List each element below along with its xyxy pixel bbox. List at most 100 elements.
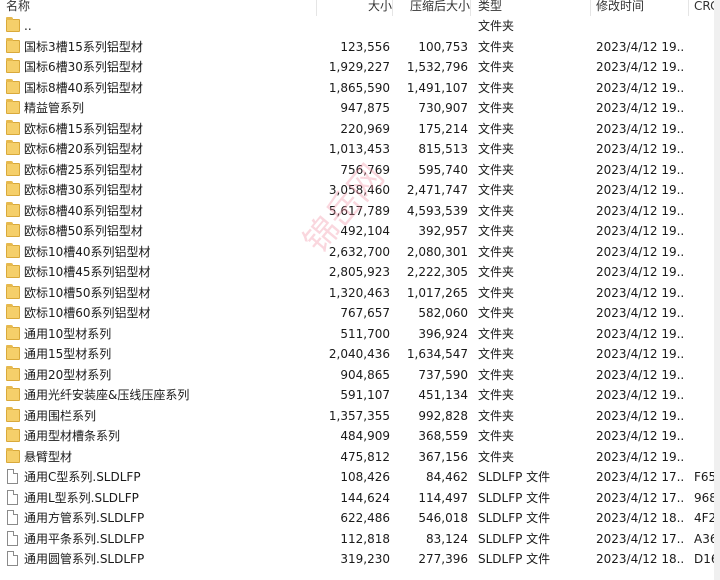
file-list-row[interactable]: 欧标10槽50系列铝型材 1,320,463 1,017,265 文件夹 2023/4/… xyxy=(0,283,720,303)
row-type: 文件夹 xyxy=(478,306,515,320)
row-type: SLDLFP 文件 xyxy=(478,470,551,484)
row-type: 文件夹 xyxy=(478,388,515,402)
row-packed-size: 4,593,539 xyxy=(406,203,468,218)
folder-icon xyxy=(6,58,20,73)
file-list-row[interactable]: 通用圆管系列.SLDLFP 319,230 277,396 SLDLFP 文件 2023… xyxy=(0,549,720,569)
file-list-row[interactable]: 通用型材槽条系列 484,909 368,559 文件夹 2023/4/12 19... xyxy=(0,426,720,446)
row-modified: 2023/4/12 18... xyxy=(596,552,684,566)
row-name: 国标3槽15系列铝型材 xyxy=(24,39,143,54)
row-name: 悬臂型材 xyxy=(24,449,73,464)
row-size: 1,013,453 xyxy=(328,142,390,156)
row-modified: 2023/4/12 19... xyxy=(596,285,684,300)
folder-icon xyxy=(6,345,20,360)
file-list-row[interactable]: 欧标8槽30系列铝型材 3,058,460 2,471,747 文件夹 2023/4/1… xyxy=(0,180,720,200)
row-packed-size: 992,828 xyxy=(418,408,468,423)
row-packed-size: 2,222,305 xyxy=(406,265,468,279)
row-packed-size: 2,471,747 xyxy=(406,183,468,197)
file-list-row[interactable]: 通用围栏系列 1,357,355 992,828 文件夹 2023/4/12 19... xyxy=(0,406,720,426)
row-type: 文件夹 xyxy=(478,101,515,115)
row-size: 123,556 xyxy=(340,39,390,54)
row-name: 通用光纤安装座&压线压座系列 xyxy=(24,388,190,402)
row-name: 欧标6槽20系列铝型材 xyxy=(24,142,143,156)
row-modified: 2023/4/12 17... xyxy=(596,490,684,505)
folder-icon xyxy=(6,181,20,196)
folder-icon xyxy=(6,263,20,278)
file-list-row[interactable]: 欧标6槽25系列铝型材 756,769 595,740 文件夹 2023/4/12 19… xyxy=(0,160,720,180)
vertical-scrollbar[interactable] xyxy=(714,0,720,580)
folder-icon xyxy=(6,283,20,299)
row-size: 112,818 xyxy=(340,531,390,546)
file-icon xyxy=(7,510,18,525)
row-type: 文件夹 xyxy=(478,449,515,464)
column-header-modified[interactable]: 修改时间 xyxy=(596,0,689,16)
row-name: 欧标10槽50系列铝型材 xyxy=(24,285,151,300)
row-name: 欧标8槽50系列铝型材 xyxy=(24,224,143,238)
row-type: 文件夹 xyxy=(478,162,515,177)
file-list-row[interactable]: 国标8槽40系列铝型材 1,865,590 1,491,107 文件夹 2023/4/1… xyxy=(0,78,720,98)
row-packed-size: 100,753 xyxy=(418,39,468,54)
file-list-row[interactable]: 精益管系列 947,875 730,907 文件夹 2023/4/12 19... xyxy=(0,98,720,118)
file-list-row[interactable]: 悬臂型材 475,812 367,156 文件夹 2023/4/12 19... xyxy=(0,447,720,467)
row-size: 1,357,355 xyxy=(328,408,390,423)
row-packed-size: 277,396 xyxy=(418,552,468,566)
row-packed-size: 582,060 xyxy=(418,306,468,320)
row-name: 通用方管系列.SLDLFP xyxy=(24,511,145,525)
row-packed-size: 451,134 xyxy=(418,388,468,402)
file-list-row[interactable]: .. 文件夹 xyxy=(0,16,720,36)
row-packed-size: 730,907 xyxy=(418,101,468,115)
row-size: 904,865 xyxy=(340,367,390,382)
folder-icon xyxy=(6,406,20,422)
file-list-row[interactable]: 通用光纤安装座&压线压座系列 591,107 451,134 文件夹 2023/4/12… xyxy=(0,385,720,405)
file-list-row[interactable]: 国标3槽15系列铝型材 123,556 100,753 文件夹 2023/4/12 19… xyxy=(0,37,720,57)
file-list-row[interactable]: 通用平条系列.SLDLFP 112,818 83,124 SLDLFP 文件 2023/… xyxy=(0,529,720,549)
row-packed-size: 367,156 xyxy=(418,449,468,464)
row-size: 2,805,923 xyxy=(328,265,390,279)
row-modified: 2023/4/12 19... xyxy=(596,60,684,74)
row-packed-size: 1,532,796 xyxy=(406,60,468,74)
file-list-row[interactable]: 欧标6槽20系列铝型材 1,013,453 815,513 文件夹 2023/4/12 … xyxy=(0,139,720,159)
row-size: 319,230 xyxy=(340,552,390,566)
column-header-name[interactable]: 名称 xyxy=(6,0,317,16)
file-list-row[interactable]: 通用L型系列.SLDLFP 144,624 114,497 SLDLFP 文件 2023… xyxy=(0,488,720,508)
file-list-row[interactable]: 通用20型材系列 904,865 737,590 文件夹 2023/4/12 19... xyxy=(0,365,720,385)
file-list-row[interactable]: 欧标10槽45系列铝型材 2,805,923 2,222,305 文件夹 2023/4/… xyxy=(0,262,720,282)
row-packed-size: 84,462 xyxy=(426,470,468,484)
file-list-row[interactable]: 欧标10槽40系列铝型材 2,632,700 2,080,301 文件夹 2023/4/… xyxy=(0,242,720,262)
row-name: 通用型材槽条系列 xyxy=(24,429,121,443)
folder-icon xyxy=(6,160,20,176)
file-list-row[interactable]: 通用15型材系列 2,040,436 1,634,547 文件夹 2023/4/12 1… xyxy=(0,344,720,364)
column-header-packed-size[interactable]: 压缩后大小 xyxy=(394,0,471,16)
file-list-row[interactable]: 通用C型系列.SLDLFP 108,426 84,462 SLDLFP 文件 2023/… xyxy=(0,467,720,487)
file-list-row[interactable]: 欧标6槽15系列铝型材 220,969 175,214 文件夹 2023/4/12 19… xyxy=(0,119,720,139)
file-list-row[interactable]: 欧标10槽60系列铝型材 767,657 582,060 文件夹 2023/4/12 1… xyxy=(0,303,720,323)
row-name: 国标6槽30系列铝型材 xyxy=(24,60,143,74)
row-type: 文件夹 xyxy=(478,203,515,218)
row-packed-size: 815,513 xyxy=(418,142,468,156)
row-name: 精益管系列 xyxy=(24,101,85,115)
file-list-row[interactable]: 欧标8槽50系列铝型材 492,104 392,957 文件夹 2023/4/12 19… xyxy=(0,221,720,241)
row-modified xyxy=(596,16,684,36)
folder-icon xyxy=(6,37,20,53)
column-header-type[interactable]: 类型 xyxy=(478,0,591,16)
row-packed-size: 595,740 xyxy=(418,162,468,177)
row-modified: 2023/4/12 19... xyxy=(596,162,684,177)
file-list-row[interactable]: 国标6槽30系列铝型材 1,929,227 1,532,796 文件夹 2023/4/1… xyxy=(0,57,720,77)
row-packed-size: 2,080,301 xyxy=(406,244,468,259)
row-type: 文件夹 xyxy=(478,19,515,33)
file-list-row[interactable]: 通用10型材系列 511,700 396,924 文件夹 2023/4/12 19... xyxy=(0,324,720,344)
row-size: 947,875 xyxy=(340,101,390,115)
column-header-bar: 名称 大小 压缩后大小 类型 修改时间 CRC xyxy=(0,0,720,16)
column-header-size[interactable]: 大小 xyxy=(318,0,393,16)
row-name: 通用平条系列.SLDLFP xyxy=(24,531,145,546)
row-packed-size: 396,924 xyxy=(418,326,468,341)
row-modified: 2023/4/12 19... xyxy=(596,265,684,279)
row-size: 622,486 xyxy=(340,511,390,525)
row-name: 欧标10槽45系列铝型材 xyxy=(24,265,151,279)
row-type: 文件夹 xyxy=(478,224,515,238)
row-type: 文件夹 xyxy=(478,39,515,54)
row-modified: 2023/4/12 19... xyxy=(596,39,684,54)
file-list-row[interactable]: 通用方管系列.SLDLFP 622,486 546,018 SLDLFP 文件 2023… xyxy=(0,508,720,528)
row-modified: 2023/4/12 19... xyxy=(596,408,684,423)
row-packed-size: 114,497 xyxy=(418,490,468,505)
file-list-row[interactable]: 欧标8槽40系列铝型材 5,617,789 4,593,539 文件夹 2023/4/1… xyxy=(0,201,720,221)
